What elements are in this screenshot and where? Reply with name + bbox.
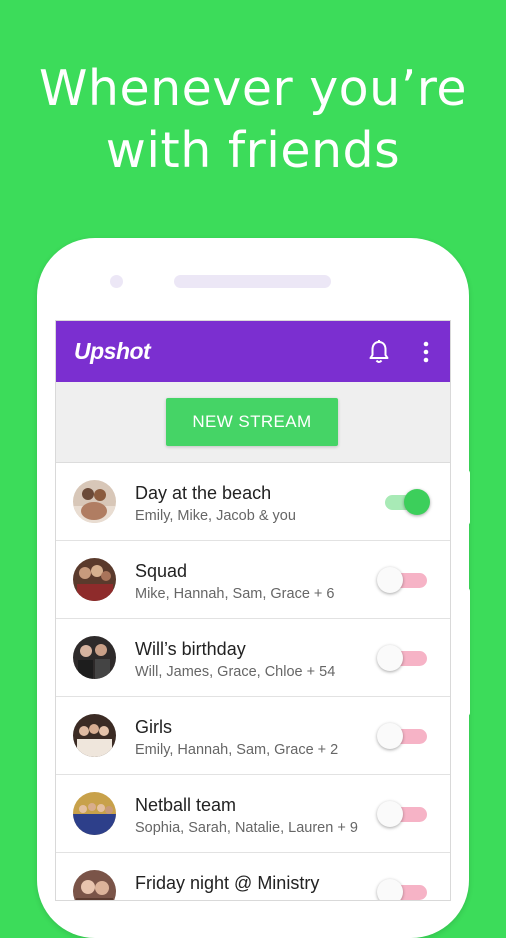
phone-power-button (467, 470, 470, 525)
stream-avatar (73, 792, 116, 835)
app-screen: Upshot NEW STREAM Day at the beach Emily… (56, 321, 450, 900)
headline-line-1: Whenever you’re (38, 60, 468, 117)
stream-avatar (73, 558, 116, 601)
stream-members: Mike, Hannah, Sam, Grace + 6 (135, 586, 335, 602)
stream-row-wills-birthday[interactable]: Will’s birthday Will, James, Grace, Chlo… (56, 619, 450, 697)
stream-avatar (73, 870, 116, 900)
stream-list: Day at the beach Emily, Mike, Jacob & yo… (56, 463, 450, 900)
toggle-thumb (404, 489, 430, 515)
phone-volume-button (467, 588, 470, 716)
stream-row-day-at-the-beach[interactable]: Day at the beach Emily, Mike, Jacob & yo… (56, 463, 450, 541)
stream-avatar (73, 480, 116, 523)
app-bar: Upshot (56, 321, 450, 382)
stream-avatar (73, 636, 116, 679)
stream-toggle[interactable] (377, 723, 429, 749)
stream-row-squad[interactable]: Squad Mike, Hannah, Sam, Grace + 6 (56, 541, 450, 619)
stream-members: Sophia, Sarah, Natalie, Lauren + 9 (135, 820, 358, 836)
stream-toggle[interactable] (377, 489, 430, 515)
phone-camera (110, 275, 123, 288)
stream-members: Emily, Hannah, Sam, Grace + 2 (135, 742, 339, 758)
stream-toggle[interactable] (377, 879, 429, 900)
app-logo: Upshot (74, 338, 151, 364)
toggle-thumb (377, 567, 403, 593)
toggle-thumb (377, 801, 403, 827)
stream-members: Emily, Mike, Jacob & you (135, 508, 296, 524)
stream-title: Will’s birthday (135, 639, 246, 659)
stream-row-friday-night[interactable]: Friday night @ Ministry (56, 853, 450, 900)
toggle-thumb (377, 645, 403, 671)
bell-icon[interactable] (367, 339, 391, 365)
more-vert-icon[interactable] (414, 339, 438, 365)
action-area: NEW STREAM (56, 382, 450, 463)
stream-toggle[interactable] (377, 567, 429, 593)
stream-title: Netball team (135, 795, 237, 815)
stream-row-girls[interactable]: Girls Emily, Hannah, Sam, Grace + 2 (56, 697, 450, 775)
stream-row-netball-team[interactable]: Netball team Sophia, Sarah, Natalie, Lau… (56, 775, 450, 853)
toggle-thumb (377, 723, 403, 749)
stream-avatar (73, 714, 116, 757)
stream-title: Girls (135, 717, 172, 737)
new-stream-button[interactable]: NEW STREAM (166, 398, 338, 446)
stream-toggle[interactable] (377, 801, 429, 827)
toggle-thumb (377, 879, 403, 900)
stream-title: Day at the beach (135, 483, 272, 503)
stream-members: Will, James, Grace, Chloe + 54 (135, 664, 336, 680)
phone-speaker (174, 275, 331, 288)
stream-title: Squad (135, 561, 188, 581)
promo-headline: Whenever you’re with friends (0, 58, 506, 182)
stream-title: Friday night @ Ministry (135, 873, 320, 893)
headline-line-2: with friends (105, 122, 401, 179)
stream-toggle[interactable] (377, 645, 429, 671)
